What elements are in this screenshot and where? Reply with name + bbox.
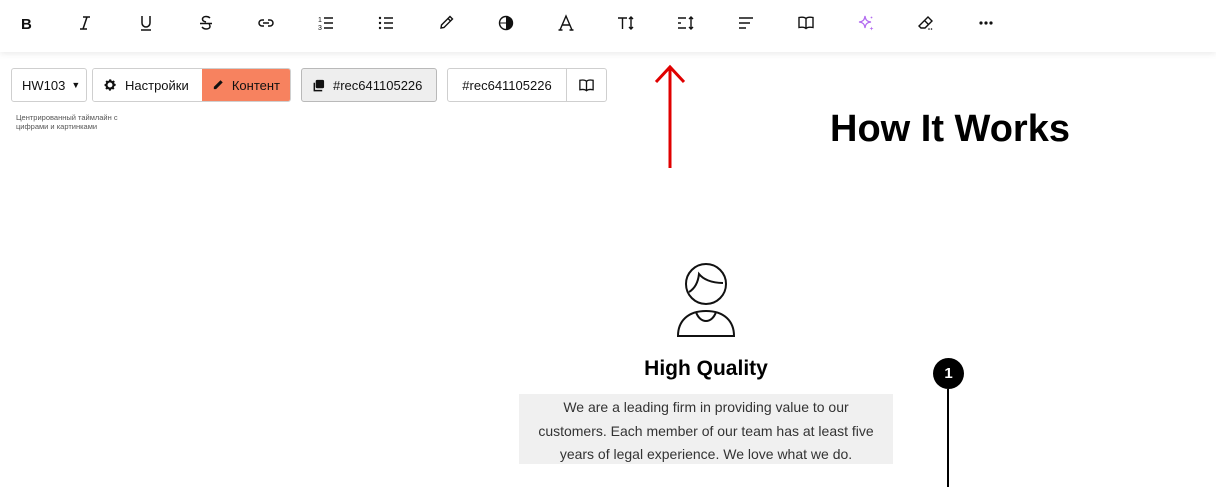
underline-icon[interactable] [131, 8, 161, 38]
strikethrough-icon[interactable] [191, 8, 221, 38]
sparkle-ai-icon[interactable] [851, 8, 881, 38]
font-size-icon[interactable] [611, 8, 641, 38]
svg-text:B: B [21, 16, 32, 32]
copy-record-id-button[interactable]: #rec641105226 [301, 68, 437, 102]
align-left-icon[interactable] [731, 8, 761, 38]
page-title: How It Works [830, 108, 1070, 150]
content-button[interactable]: Контент [202, 69, 290, 101]
formatting-toolbar: B 13 [0, 0, 1216, 52]
svg-text:1: 1 [318, 17, 322, 24]
record-id-value: #rec641105226 [462, 77, 552, 93]
gear-icon [104, 79, 116, 91]
italic-icon[interactable] [70, 8, 100, 38]
settings-label: Настройки [125, 77, 189, 93]
background-color-icon[interactable] [491, 8, 521, 38]
chevron-down-icon: ▼ [71, 80, 81, 90]
font-icon[interactable] [551, 8, 581, 38]
item-title: High Quality [644, 357, 768, 380]
line-height-icon[interactable] [671, 8, 701, 38]
timeline-line [947, 389, 949, 487]
block-description: Центрированный таймлайн с цифрами и карт… [16, 113, 118, 131]
block-type-dropdown[interactable]: HW103 ▼ [11, 68, 87, 102]
content-label: Контент [231, 77, 280, 93]
settings-content-toggle: Настройки Контент [92, 68, 291, 102]
link-icon[interactable] [251, 8, 281, 38]
book-icon[interactable] [791, 8, 821, 38]
block-type-label: HW103 [22, 77, 66, 93]
timeline-number-badge: 1 [933, 358, 964, 389]
bullet-list-icon[interactable] [371, 8, 401, 38]
copy-icon [313, 79, 325, 91]
settings-button[interactable]: Настройки [93, 69, 202, 101]
ordered-list-icon[interactable]: 13 [311, 8, 341, 38]
book-icon [579, 78, 594, 92]
record-id-field[interactable]: #rec641105226 [447, 68, 567, 102]
person-icon [676, 263, 736, 337]
pencil-icon [213, 80, 223, 90]
bold-icon[interactable]: B [11, 8, 41, 38]
color-picker-icon[interactable] [431, 8, 461, 38]
more-icon[interactable] [971, 8, 1001, 38]
annotation-arrow [654, 64, 686, 168]
record-id-label: #rec641105226 [333, 77, 423, 93]
item-description[interactable]: We are a leading firm in providing value… [519, 394, 893, 464]
docs-button[interactable] [566, 68, 607, 102]
svg-text:3: 3 [318, 25, 322, 32]
eraser-icon[interactable] [911, 8, 941, 38]
